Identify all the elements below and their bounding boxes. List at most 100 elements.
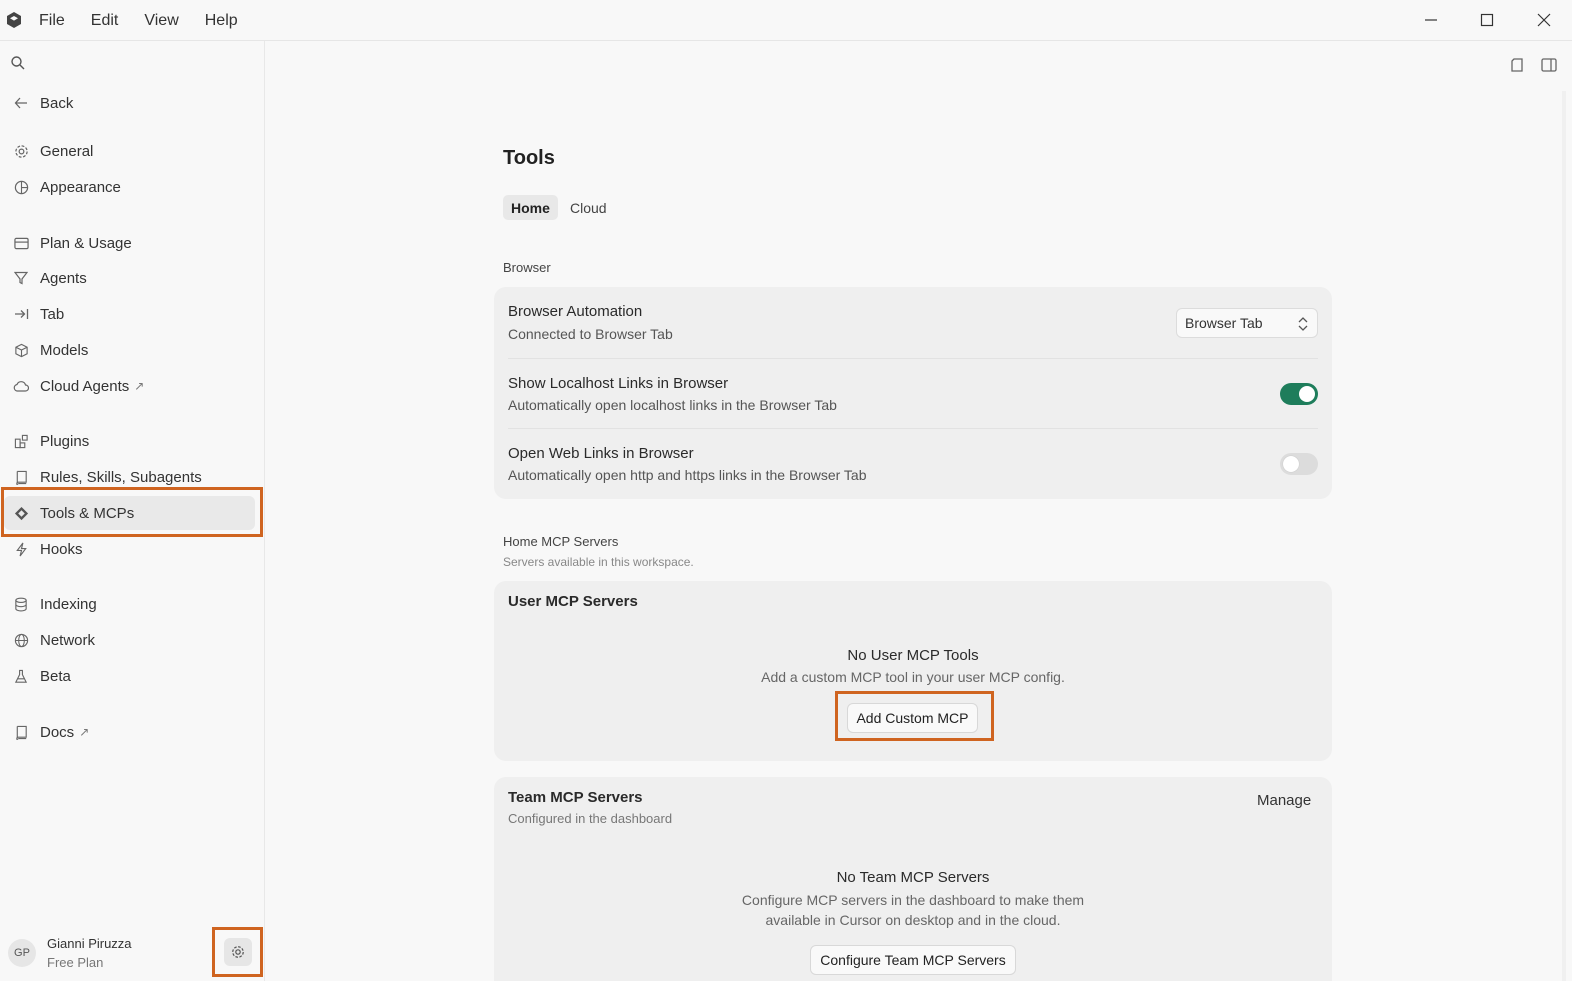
team-mcp-title: Team MCP Servers bbox=[508, 789, 643, 806]
menu-bar: File Edit View Help bbox=[39, 0, 264, 41]
palette-icon bbox=[12, 178, 30, 196]
sidebar-item-docs[interactable]: Docs ↗ bbox=[4, 715, 255, 749]
external-link-icon: ↗ bbox=[79, 725, 90, 739]
scrollbar[interactable] bbox=[1562, 91, 1566, 981]
maximize-button[interactable] bbox=[1473, 8, 1501, 32]
close-icon bbox=[1537, 13, 1551, 27]
sidebar-item-label: Appearance bbox=[40, 178, 121, 196]
sidebar-item-cloud-agents[interactable]: Cloud Agents ↗ bbox=[4, 369, 255, 403]
team-mcp-empty-title: No Team MCP Servers bbox=[836, 869, 990, 886]
team-mcp-sub: Configured in the dashboard bbox=[508, 811, 673, 826]
sidebar-item-hooks[interactable]: Hooks bbox=[4, 532, 255, 566]
browser-section-label: Browser bbox=[503, 260, 551, 275]
menu-edit[interactable]: Edit bbox=[91, 12, 119, 30]
user-mcp-empty-title: No User MCP Tools bbox=[847, 647, 979, 664]
card-icon bbox=[12, 234, 30, 252]
database-icon bbox=[12, 595, 30, 613]
sidebar-item-plugins[interactable]: Plugins bbox=[4, 424, 255, 458]
cloud-icon bbox=[12, 377, 30, 395]
sidebar-item-plan-usage[interactable]: Plan & Usage bbox=[4, 226, 255, 260]
menu-help[interactable]: Help bbox=[205, 12, 238, 30]
team-mcp-empty-desc-2: available in Cursor on desktop and in th… bbox=[765, 912, 1061, 928]
sidebar-item-appearance[interactable]: Appearance bbox=[4, 170, 255, 204]
sidebar-item-indexing[interactable]: Indexing bbox=[4, 587, 255, 621]
manage-link[interactable]: Manage bbox=[1257, 792, 1311, 809]
pane-icon[interactable] bbox=[1509, 56, 1527, 74]
browser-settings-card: Browser Automation Connected to Browser … bbox=[494, 287, 1332, 499]
localhost-links-toggle[interactable] bbox=[1280, 383, 1318, 405]
sidebar-item-label: Network bbox=[40, 631, 96, 649]
tools-icon bbox=[12, 504, 30, 522]
divider bbox=[508, 428, 1318, 429]
sidebar-toggle-icon[interactable] bbox=[1540, 56, 1558, 74]
sidebar-item-label: Agents bbox=[40, 269, 87, 287]
sidebar-item-label: Indexing bbox=[40, 595, 97, 613]
sidebar-item-tab[interactable]: Tab bbox=[4, 297, 255, 331]
page-title: Tools bbox=[503, 147, 555, 169]
user-mcp-empty-desc: Add a custom MCP tool in your user MCP c… bbox=[761, 669, 1065, 685]
team-mcp-empty-desc-1: Configure MCP servers in the dashboard t… bbox=[741, 892, 1085, 908]
sidebar-item-label: Tools & MCPs bbox=[40, 504, 135, 522]
add-custom-mcp-button[interactable]: Add Custom MCP bbox=[847, 703, 978, 733]
localhost-links-desc: Automatically open localhost links in th… bbox=[508, 397, 837, 413]
sidebar-item-label: Hooks bbox=[40, 540, 83, 558]
user-mcp-title: User MCP Servers bbox=[508, 593, 638, 610]
sidebar-item-tools-mcps[interactable]: Tools & MCPs bbox=[4, 496, 255, 530]
sidebar-item-agents[interactable]: Agents bbox=[4, 261, 255, 295]
browser-automation-select[interactable]: Browser Tab bbox=[1176, 308, 1318, 338]
sidebar-item-label: Tab bbox=[40, 305, 65, 323]
divider bbox=[508, 358, 1318, 359]
gear-icon bbox=[12, 142, 30, 160]
web-links-title: Open Web Links in Browser bbox=[508, 445, 694, 462]
avatar[interactable]: GP bbox=[8, 939, 36, 967]
sidebar-item-label: Models bbox=[40, 341, 89, 359]
menu-file[interactable]: File bbox=[39, 12, 65, 30]
settings-sidebar: Back General Appearance Plan & Usage Age… bbox=[0, 41, 265, 981]
globe-icon bbox=[12, 631, 30, 649]
toggle-knob bbox=[1299, 386, 1315, 402]
back-label: Back bbox=[40, 94, 74, 112]
sidebar-item-label: General bbox=[40, 142, 94, 160]
browser-automation-desc: Connected to Browser Tab bbox=[508, 326, 673, 342]
minimize-button[interactable] bbox=[1417, 8, 1445, 32]
external-link-icon: ↗ bbox=[134, 379, 145, 393]
search-icon[interactable] bbox=[10, 55, 26, 71]
sidebar-item-label: Plugins bbox=[40, 432, 90, 450]
menu-view[interactable]: View bbox=[144, 12, 178, 30]
cube-icon bbox=[12, 341, 30, 359]
select-value: Browser Tab bbox=[1185, 315, 1263, 331]
sidebar-item-network[interactable]: Network bbox=[4, 623, 255, 657]
web-links-desc: Automatically open http and https links … bbox=[508, 467, 867, 483]
back-button[interactable]: Back bbox=[4, 86, 255, 120]
minimize-icon bbox=[1425, 19, 1437, 21]
tab-cloud[interactable]: Cloud bbox=[562, 195, 615, 220]
doc-icon bbox=[12, 723, 30, 741]
settings-content: Tools Home Cloud Browser Browser Automat… bbox=[266, 41, 1572, 981]
configure-team-mcp-button[interactable]: Configure Team MCP Servers bbox=[810, 945, 1016, 975]
user-mcp-card: User MCP Servers No User MCP Tools Add a… bbox=[494, 581, 1332, 761]
localhost-links-title: Show Localhost Links in Browser bbox=[508, 375, 729, 392]
arrow-left-icon bbox=[12, 94, 30, 112]
user-name: Gianni Piruzza bbox=[47, 936, 132, 951]
funnel-icon bbox=[12, 269, 30, 287]
sidebar-item-general[interactable]: General bbox=[4, 134, 255, 168]
tab-arrow-icon bbox=[12, 305, 30, 323]
sidebar-item-label: Rules, Skills, Subagents bbox=[40, 468, 202, 486]
gear-icon bbox=[232, 946, 244, 958]
puzzle-icon bbox=[12, 432, 30, 450]
web-links-toggle[interactable] bbox=[1280, 453, 1318, 475]
settings-button[interactable] bbox=[224, 938, 252, 966]
sidebar-item-label: Plan & Usage bbox=[40, 234, 132, 252]
user-plan: Free Plan bbox=[47, 955, 104, 970]
sidebar-item-models[interactable]: Models bbox=[4, 333, 255, 367]
mcp-section-label: Home MCP Servers bbox=[503, 534, 619, 549]
close-button[interactable] bbox=[1530, 8, 1558, 32]
sidebar-item-rules[interactable]: Rules, Skills, Subagents bbox=[4, 460, 255, 494]
app-logo-icon bbox=[7, 12, 21, 28]
sidebar-item-label: Docs bbox=[40, 723, 75, 741]
sidebar-item-label: Cloud Agents bbox=[40, 377, 130, 395]
sidebar-item-beta[interactable]: Beta bbox=[4, 659, 255, 693]
maximize-icon bbox=[1480, 13, 1494, 27]
team-mcp-card: Team MCP Servers Configured in the dashb… bbox=[494, 777, 1332, 981]
tab-home[interactable]: Home bbox=[503, 195, 558, 220]
